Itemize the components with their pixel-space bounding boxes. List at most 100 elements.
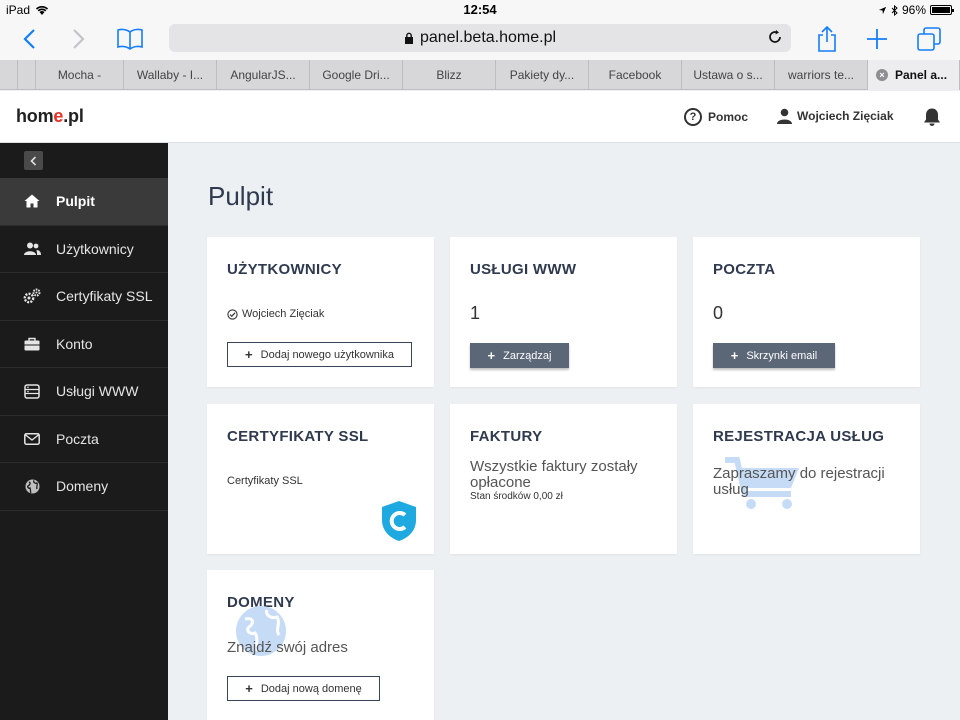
close-tab-icon[interactable]: × (876, 69, 888, 81)
server-icon (24, 384, 40, 399)
app-header: home.pl ? Pomoc Wojciech Zięciak (0, 91, 960, 143)
mailboxes-button[interactable]: + Skrzynki email (713, 343, 835, 368)
help-link[interactable]: ? Pomoc (684, 108, 748, 126)
reload-icon[interactable] (767, 29, 783, 45)
bookmarks-button[interactable] (116, 24, 144, 54)
logo[interactable]: home.pl (16, 106, 84, 127)
globe-icon (25, 479, 39, 494)
sidebar-item-uslugi-www[interactable]: Usługi WWW (0, 368, 168, 416)
page-title: Pulpit (208, 181, 274, 211)
sidebar-item-label: Pulpit (56, 193, 95, 210)
tab-item[interactable]: Wallaby - I... (124, 60, 217, 90)
tab-item[interactable] (0, 60, 18, 90)
battery-percentage: 96% (901, 3, 926, 17)
ssl-card: CERTYFIKATY SSL Certyfikaty SSL (207, 404, 434, 554)
user-menu[interactable]: Wojciech Zięciak (777, 108, 894, 124)
www-services-card: USŁUGI WWW 1 + Zarządzaj (450, 237, 677, 387)
user-name: Wojciech Zięciak (797, 109, 894, 123)
chevron-left-icon (23, 29, 35, 49)
check-circle-icon (227, 308, 238, 320)
envelope-icon (24, 432, 40, 445)
gears-icon (23, 288, 41, 304)
plus-icon: + (487, 348, 496, 363)
manage-button[interactable]: + Zarządzaj (470, 343, 569, 368)
back-button[interactable] (22, 24, 36, 54)
sidebar-item-konto[interactable]: Konto (0, 321, 168, 368)
card-title: UŻYTKOWNICY (227, 261, 342, 278)
user-name: Wojciech Zięciak (242, 308, 325, 320)
status-bar: iPad 12:54 96% (0, 0, 960, 20)
registration-card: REJESTRACJA USŁUG Zapraszamy do rejestra… (693, 404, 920, 554)
tab-item[interactable]: Pakiety dy... (496, 60, 589, 90)
www-count: 1 (470, 303, 481, 323)
new-tab-button[interactable] (866, 24, 888, 54)
mail-card: POCZTA 0 + Skrzynki email (693, 237, 920, 387)
sidebar: Pulpit Użytkownicy Certyfikaty SSL Konto… (0, 143, 168, 720)
chevron-right-icon (73, 29, 85, 49)
tab-item[interactable] (18, 60, 36, 90)
sidebar-item-poczta[interactable]: Poczta (0, 416, 168, 463)
url-text: panel.beta.home.pl (419, 29, 557, 46)
user-entry: Wojciech Zięciak (227, 308, 324, 320)
battery-icon (930, 5, 954, 15)
share-button[interactable] (816, 24, 838, 54)
tab-item[interactable]: Facebook (589, 60, 682, 90)
tab-item[interactable]: Blizz (403, 60, 496, 90)
location-icon (878, 6, 887, 14)
lock-icon (404, 32, 413, 44)
plus-icon: + (730, 348, 739, 363)
sidebar-item-label: Konto (56, 335, 93, 352)
balance-text: Stan środków 0,00 zł (470, 491, 563, 502)
sidebar-item-label: Poczta (56, 430, 99, 447)
ssl-text: Certyfikaty SSL (227, 475, 303, 487)
tab-label: Panel a... (895, 68, 948, 82)
tab-item[interactable]: Google Dri... (310, 60, 403, 90)
plus-icon: + (245, 347, 253, 362)
sidebar-item-certyfikaty-ssl[interactable]: Certyfikaty SSL (0, 273, 168, 321)
add-user-button[interactable]: + Dodaj nowego użytkownika (227, 342, 412, 367)
sidebar-item-pulpit[interactable]: Pulpit (0, 178, 168, 226)
tab-strip: Mocha - Wallaby - I... AngularJS... Goog… (0, 60, 960, 90)
invoices-card: FAKTURY Wszystkie faktury zostały opłaco… (450, 404, 677, 554)
tab-item[interactable]: Ustawa o s... (682, 60, 775, 90)
collapse-sidebar-button[interactable] (24, 151, 43, 170)
invoices-status: Wszystkie faktury zostały opłacone (470, 458, 638, 491)
card-title: POCZTA (713, 261, 776, 278)
sidebar-item-label: Użytkownicy (56, 240, 134, 257)
sidebar-item-domeny[interactable]: Domeny (0, 463, 168, 511)
sidebar-nav: Pulpit Użytkownicy Certyfikaty SSL Konto… (0, 178, 168, 511)
card-title: CERTYFIKATY SSL (227, 428, 369, 445)
domains-card: DOMENY Znajdź swój adres + Dodaj nową do… (207, 570, 434, 720)
bluetooth-icon (891, 4, 898, 16)
add-domain-button[interactable]: + Dodaj nową domenę (227, 676, 380, 701)
plus-icon (867, 29, 887, 49)
users-card: UŻYTKOWNICY Wojciech Zięciak + Dodaj now… (207, 237, 434, 387)
tab-item[interactable]: AngularJS... (217, 60, 310, 90)
tabs-icon (917, 27, 941, 51)
sidebar-item-label: Domeny (56, 478, 109, 495)
card-title: FAKTURY (470, 428, 543, 445)
address-bar[interactable]: panel.beta.home.pl (169, 24, 791, 52)
sidebar-item-label: Usługi WWW (56, 383, 139, 400)
sidebar-item-label: Certyfikaty SSL (56, 288, 153, 305)
users-icon (23, 242, 41, 256)
mail-count: 0 (713, 303, 724, 323)
sidebar-item-uzytkownicy[interactable]: Użytkownicy (0, 226, 168, 273)
tab-item[interactable]: Mocha - (36, 60, 124, 90)
card-title: REJESTRACJA USŁUG (713, 428, 885, 445)
clock: 12:54 (463, 2, 497, 17)
tabs-overview-button[interactable] (916, 24, 942, 54)
share-icon (818, 25, 836, 52)
tab-item[interactable]: warriors te... (775, 60, 868, 90)
book-icon (117, 28, 143, 50)
forward-button[interactable] (72, 24, 86, 54)
domains-text: Znajdź swój adres (227, 639, 348, 656)
tab-item-active[interactable]: × Panel a... (868, 60, 960, 90)
question-icon: ? (684, 108, 702, 126)
card-title: USŁUGI WWW (470, 261, 577, 278)
home-icon (24, 194, 40, 208)
browser-toolbar: panel.beta.home.pl (0, 20, 960, 60)
main-content: Pulpit UŻYTKOWNICY Wojciech Zięciak + Do… (168, 143, 960, 720)
briefcase-icon (24, 337, 40, 351)
bell-icon[interactable] (922, 107, 942, 127)
